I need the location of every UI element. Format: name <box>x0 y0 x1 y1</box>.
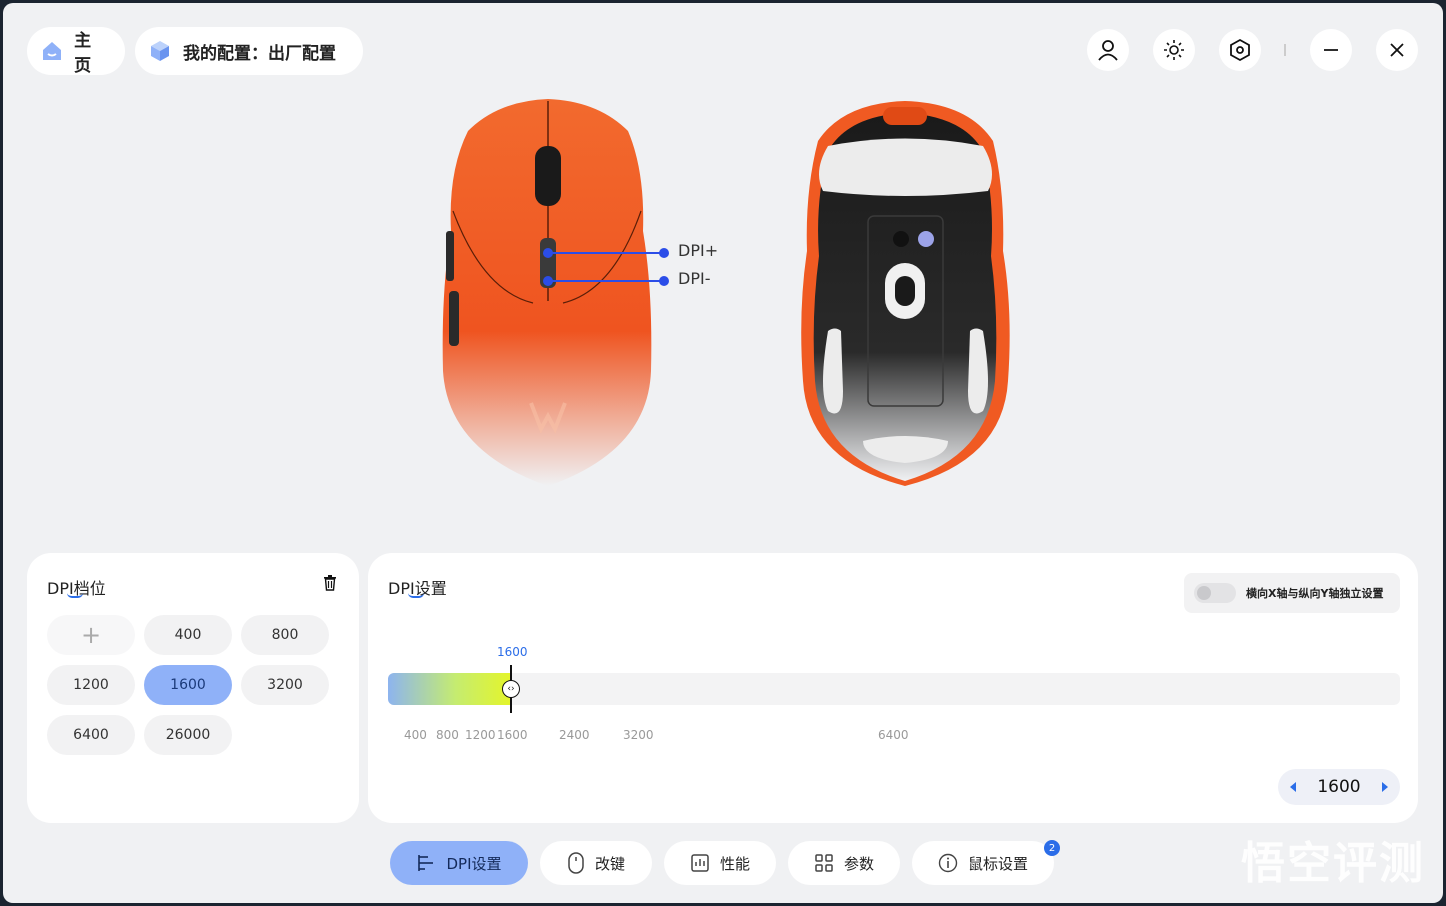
dpi-chip-6400[interactable]: 6400 <box>47 715 135 755</box>
toggle-knob <box>1197 586 1211 600</box>
mouse-icon <box>567 852 585 874</box>
watermark: 悟空评测 <box>1241 838 1425 889</box>
mouse-bottom-view <box>801 101 1010 486</box>
minimize-button[interactable] <box>1310 29 1352 71</box>
tab-parameters[interactable]: 参数 <box>788 841 900 885</box>
decrement-arrow-icon[interactable] <box>1290 782 1296 792</box>
tab-label: 参数 <box>843 854 874 873</box>
dpi-slider-value: 1600 <box>497 645 528 659</box>
tab-label: 性能 <box>719 854 750 873</box>
close-button[interactable] <box>1376 29 1418 71</box>
close-icon <box>1390 43 1404 57</box>
xy-independent-label: 横向X轴与纵向Y轴独立设置 <box>1246 587 1384 600</box>
mouse-preview <box>423 91 1043 491</box>
dpi-settings-panel: DPI设置 横向X轴与纵向Y轴独立设置 1600 ‹› 400 800 1200… <box>368 553 1418 823</box>
user-button[interactable] <box>1087 29 1129 71</box>
dpi-slider-fill <box>388 673 511 705</box>
xy-independent-toggle[interactable] <box>1194 583 1236 603</box>
tick-label: 800 <box>436 728 459 742</box>
tick-label: 3200 <box>623 728 654 742</box>
xy-independent-setting: 横向X轴与纵向Y轴独立设置 <box>1184 573 1400 613</box>
tick-label: 1200 <box>465 728 496 742</box>
performance-icon <box>690 853 710 873</box>
dpi-chip-26000[interactable]: 26000 <box>144 715 232 755</box>
mouse-top-view <box>442 99 669 486</box>
tick-label: 2400 <box>559 728 590 742</box>
dpi-stepper-value[interactable]: 1600 <box>1317 777 1360 797</box>
tab-label: 鼠标设置 <box>967 854 1028 873</box>
user-icon <box>1098 40 1118 61</box>
brightness-icon <box>1164 40 1184 60</box>
home-button[interactable]: 主页 <box>27 27 125 76</box>
tab-mouse-settings[interactable]: 鼠标设置 <box>912 841 1054 885</box>
cube-icon <box>147 38 173 64</box>
grid-icon <box>814 853 834 873</box>
dpi-levels-panel: DPI档位 + 400 800 1200 1600 3200 6400 2600… <box>27 553 359 823</box>
home-label: 主页 <box>74 31 92 76</box>
config-label: 我的配置：出厂配置 <box>183 43 336 64</box>
drag-arrows-icon: ‹› <box>507 684 515 694</box>
plus-icon: + <box>80 621 102 649</box>
tick-label: 400 <box>404 728 427 742</box>
dpi-slider-thumb[interactable]: ‹› <box>502 680 520 698</box>
config-selector-button[interactable]: 我的配置：出厂配置 <box>135 27 363 75</box>
dpi-chip-1200[interactable]: 1200 <box>47 665 135 705</box>
dpi-plus-label: DPI+ <box>678 241 719 260</box>
dpi-chip-3200[interactable]: 3200 <box>241 665 329 705</box>
settings-button[interactable] <box>1219 29 1261 71</box>
tick-label: 6400 <box>878 728 909 742</box>
dpi-chip-800[interactable]: 800 <box>241 615 329 655</box>
dpi-icon <box>416 853 436 873</box>
dpi-stepper: 1600 <box>1278 769 1400 805</box>
dpi-chip-1600[interactable]: 1600 <box>144 665 232 705</box>
tick-label: 1600 <box>497 728 528 742</box>
dpi-minus-label: DPI- <box>678 269 711 288</box>
title-underline <box>67 593 83 598</box>
tab-performance[interactable]: 性能 <box>664 841 776 885</box>
add-dpi-button[interactable]: + <box>47 615 135 655</box>
notification-badge: 2 <box>1044 840 1060 856</box>
increment-arrow-icon[interactable] <box>1381 782 1388 792</box>
title-underline <box>408 593 424 598</box>
delete-button[interactable] <box>323 575 337 595</box>
tab-label: DPI设置 <box>446 854 502 873</box>
dpi-slider-track[interactable] <box>388 673 1400 705</box>
dpi-chip-400[interactable]: 400 <box>144 615 232 655</box>
minimize-icon <box>1324 49 1338 51</box>
home-icon <box>39 38 64 64</box>
tab-label: 改键 <box>594 854 625 873</box>
tab-dpi-settings[interactable]: DPI设置 <box>390 841 528 885</box>
toolbar-divider <box>1284 44 1286 56</box>
tab-key-remap[interactable]: 改键 <box>540 841 652 885</box>
app-window: 主页 我的配置：出厂配置 DPI+ DPI- DPI档位 + 400 800 1… <box>3 3 1443 903</box>
brightness-button[interactable] <box>1153 29 1195 71</box>
trash-icon <box>324 575 336 591</box>
settings-hex-icon <box>1230 38 1250 62</box>
info-icon <box>938 853 958 873</box>
